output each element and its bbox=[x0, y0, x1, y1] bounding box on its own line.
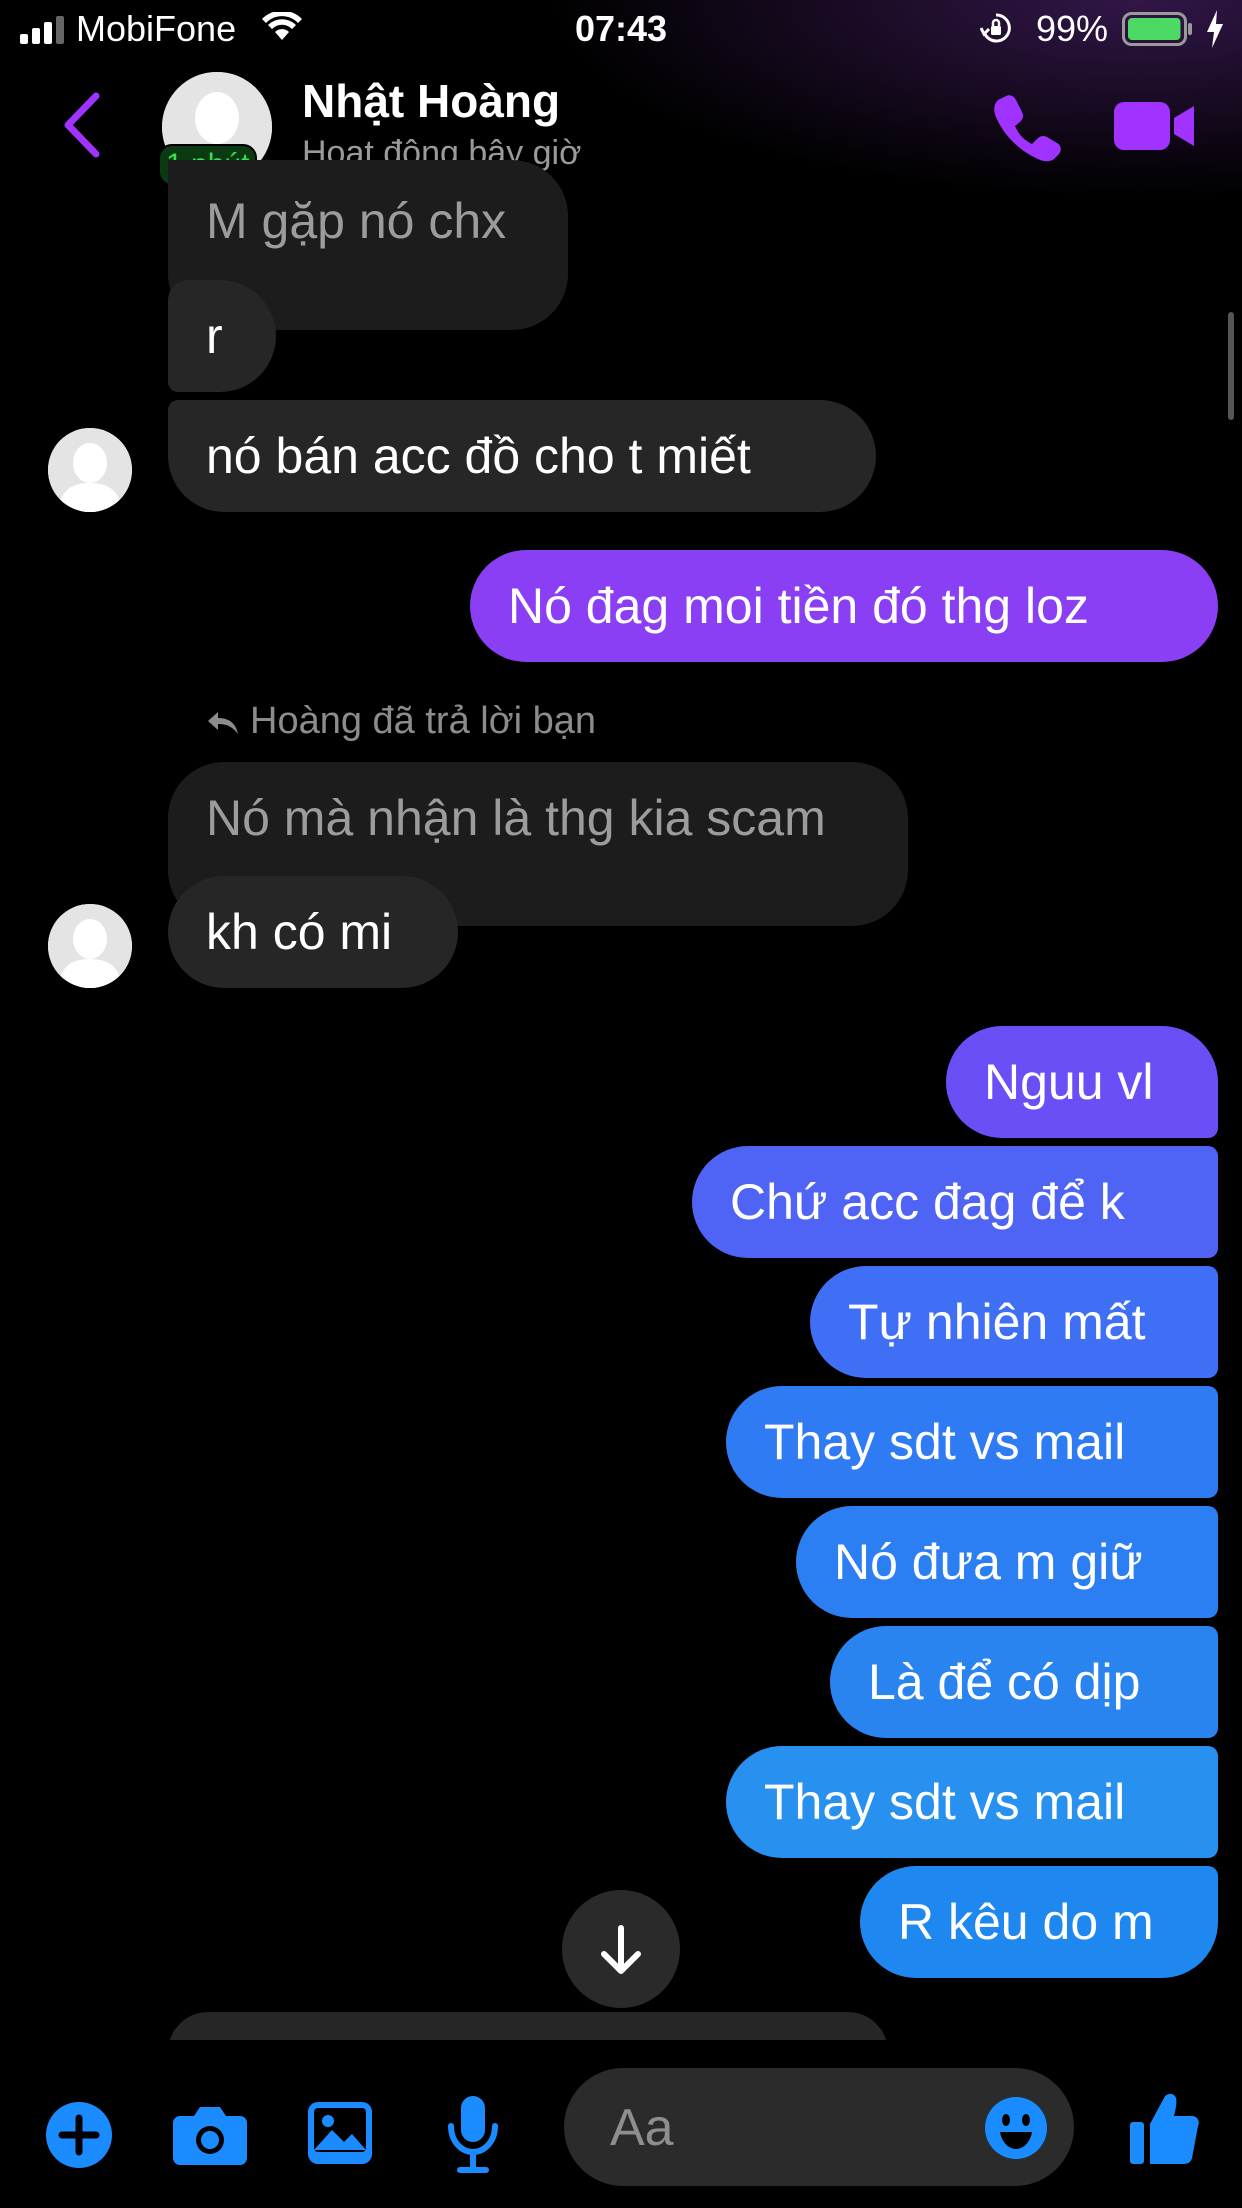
video-camera-icon[interactable] bbox=[1114, 98, 1196, 154]
sender-avatar[interactable] bbox=[48, 904, 132, 988]
gallery-icon[interactable] bbox=[306, 2100, 374, 2166]
charging-bolt-icon bbox=[1207, 10, 1223, 48]
arrow-down-icon bbox=[601, 1925, 641, 1974]
reply-arrow-icon bbox=[208, 711, 238, 734]
thumbs-up-icon[interactable] bbox=[1128, 2090, 1200, 2166]
scrollbar[interactable] bbox=[1228, 312, 1234, 420]
message-outgoing[interactable]: Tự nhiên mất bbox=[810, 1266, 1218, 1378]
emoji-icon[interactable] bbox=[984, 2096, 1048, 2160]
orientation-lock-icon bbox=[980, 13, 1011, 43]
message-composer: Aa bbox=[0, 2040, 1242, 2208]
default-profile-icon bbox=[48, 904, 132, 988]
back-chevron-icon[interactable] bbox=[58, 90, 108, 160]
battery-percent: 99% bbox=[1036, 8, 1109, 49]
message-outgoing[interactable]: Thay sdt vs mail bbox=[726, 1746, 1218, 1858]
message-input-placeholder: Aa bbox=[610, 2099, 674, 2157]
message-outgoing[interactable]: Là để có dịp bbox=[830, 1626, 1218, 1738]
message-outgoing[interactable]: Thay sdt vs mail bbox=[726, 1386, 1218, 1498]
message-outgoing[interactable]: Chứ acc đag để k bbox=[692, 1146, 1218, 1258]
camera-icon[interactable] bbox=[172, 2104, 248, 2166]
status-bar: MobiFone 07:43 99% bbox=[0, 0, 1242, 62]
sender-avatar[interactable] bbox=[48, 428, 132, 512]
microphone-icon[interactable] bbox=[446, 2094, 500, 2174]
default-profile-icon bbox=[48, 428, 132, 512]
message-outgoing[interactable]: R kêu do m bbox=[860, 1866, 1218, 1978]
scroll-to-bottom-button[interactable] bbox=[562, 1890, 680, 2008]
message-incoming[interactable]: kh có mi bbox=[168, 876, 458, 988]
contact-name[interactable]: Nhật Hoàng bbox=[302, 74, 560, 128]
message-outgoing[interactable]: Nó đag moi tiền đó thg loz bbox=[470, 550, 1218, 662]
phone-icon[interactable] bbox=[992, 92, 1062, 162]
message-outgoing[interactable]: Nguu vl bbox=[946, 1026, 1218, 1138]
message-incoming[interactable]: nó bán acc đồ cho t miết bbox=[168, 400, 876, 512]
plus-icon[interactable] bbox=[44, 2100, 114, 2170]
message-incoming[interactable]: r bbox=[168, 280, 276, 392]
message-input[interactable]: Aa bbox=[564, 2068, 1074, 2186]
message-outgoing[interactable]: Nó đưa m giữ bbox=[796, 1506, 1218, 1618]
battery-icon bbox=[1122, 12, 1192, 46]
reply-indicator: Hoàng đã trả lời bạn bbox=[206, 700, 596, 743]
reply-note-text: Hoàng đã trả lời bạn bbox=[250, 700, 597, 742]
